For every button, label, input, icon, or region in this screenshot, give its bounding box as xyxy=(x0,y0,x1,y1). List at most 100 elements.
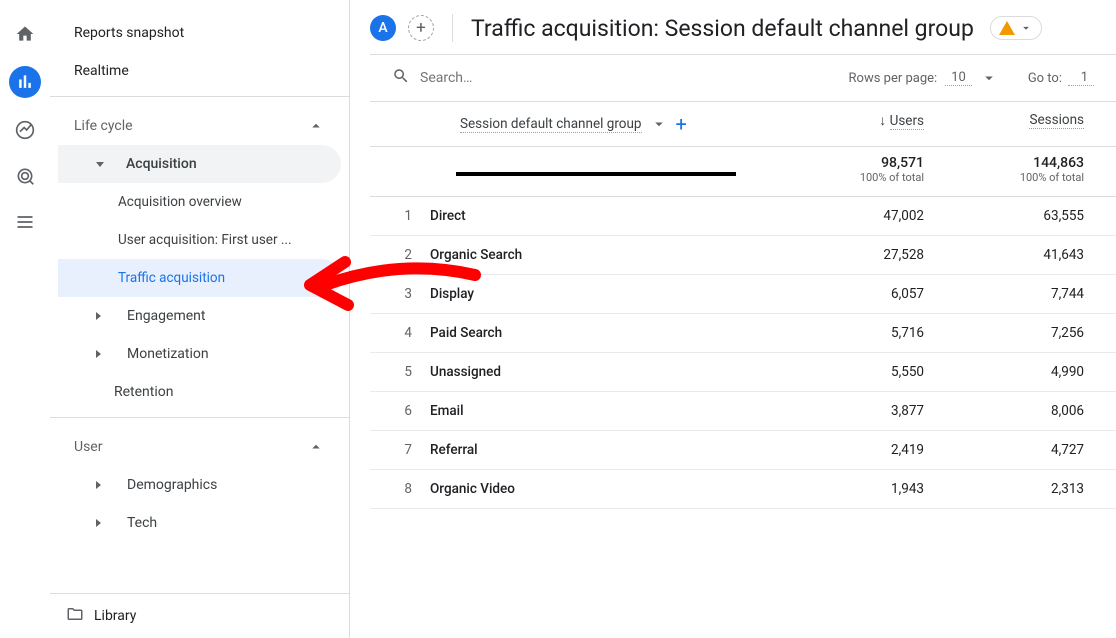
sidebar-item-label: Acquisition xyxy=(126,156,197,172)
row-index: 3 xyxy=(370,286,430,302)
page-title: Traffic acquisition: Session default cha… xyxy=(471,15,974,42)
row-users: 6,057 xyxy=(784,286,944,302)
row-sessions: 7,744 xyxy=(944,286,1104,302)
total-users: 98,571 xyxy=(784,155,924,171)
dimension-label: Session default channel group xyxy=(460,116,642,133)
search-input[interactable] xyxy=(420,70,839,86)
comparison-badge-a[interactable]: A xyxy=(370,15,396,41)
reports-icon[interactable] xyxy=(9,66,41,98)
advertising-icon[interactable] xyxy=(11,162,39,190)
row-dimension: Direct xyxy=(430,208,784,224)
total-sessions: 144,863 xyxy=(944,155,1084,171)
dimension-header[interactable]: Session default channel group + xyxy=(430,112,784,136)
table-row[interactable]: 8 Organic Video 1,943 2,313 xyxy=(370,470,1116,509)
table-row[interactable]: 7 Referral 2,419 4,727 xyxy=(370,431,1116,470)
row-dimension: Unassigned xyxy=(430,364,784,380)
goto-label: Go to: xyxy=(1028,71,1062,86)
row-sessions: 7,256 xyxy=(944,325,1104,341)
row-index: 7 xyxy=(370,442,430,458)
row-users: 3,877 xyxy=(784,403,944,419)
table-row[interactable]: 6 Email 3,877 8,006 xyxy=(370,392,1116,431)
row-index: 5 xyxy=(370,364,430,380)
sidebar-item-label: Realtime xyxy=(74,63,129,79)
row-index: 4 xyxy=(370,325,430,341)
configure-icon[interactable] xyxy=(11,208,39,236)
sidebar-item-retention[interactable]: Retention xyxy=(58,373,341,411)
sidebar-item-traffic-acquisition[interactable]: Traffic acquisition xyxy=(58,259,341,297)
sidebar-item-demographics[interactable]: Demographics xyxy=(58,466,341,504)
chevron-down-icon xyxy=(650,115,668,133)
metric-label: Sessions xyxy=(1029,112,1084,129)
sidebar-item-acquisition-overview[interactable]: Acquisition overview xyxy=(58,183,341,221)
chevron-down-icon xyxy=(980,69,998,87)
search-icon xyxy=(392,67,410,89)
row-dimension: Email xyxy=(430,403,784,419)
warning-icon xyxy=(999,21,1015,35)
sidebar-item-acquisition[interactable]: Acquisition xyxy=(58,145,341,183)
sidebar: Reports snapshot Realtime Life cycle Acq… xyxy=(50,0,350,638)
redacted-content xyxy=(456,172,736,176)
chevron-right-icon xyxy=(96,519,105,527)
column-header-users[interactable]: ↓ Users xyxy=(784,112,944,129)
row-dimension: Referral xyxy=(430,442,784,458)
sidebar-header-label: User xyxy=(74,439,102,455)
table-row[interactable]: 4 Paid Search 5,716 7,256 xyxy=(370,314,1116,353)
goto-page[interactable]: Go to: 1 xyxy=(1028,70,1094,86)
chevron-down-icon xyxy=(1019,19,1033,37)
sidebar-header-label: Life cycle xyxy=(74,118,133,134)
add-dimension-button[interactable]: + xyxy=(676,112,687,136)
sidebar-item-realtime[interactable]: Realtime xyxy=(58,52,341,90)
chevron-right-icon xyxy=(96,350,105,358)
row-users: 47,002 xyxy=(784,208,944,224)
row-index: 6 xyxy=(370,403,430,419)
sidebar-item-label: Monetization xyxy=(127,346,209,362)
chevron-right-icon xyxy=(96,312,105,320)
sidebar-header-life-cycle[interactable]: Life cycle xyxy=(58,103,341,145)
row-dimension: Display xyxy=(430,286,784,302)
sidebar-item-label: Tech xyxy=(127,515,157,531)
data-quality-warning[interactable] xyxy=(990,16,1042,40)
sidebar-item-label: Acquisition overview xyxy=(118,194,242,210)
row-users: 5,716 xyxy=(784,325,944,341)
sidebar-item-engagement[interactable]: Engagement xyxy=(58,297,341,335)
row-users: 27,528 xyxy=(784,247,944,263)
table-row[interactable]: 3 Display 6,057 7,744 xyxy=(370,275,1116,314)
row-sessions: 8,006 xyxy=(944,403,1104,419)
table-row[interactable]: 5 Unassigned 5,550 4,990 xyxy=(370,353,1116,392)
sidebar-item-user-acquisition[interactable]: User acquisition: First user ... xyxy=(58,221,341,259)
table-row[interactable]: 1 Direct 47,002 63,555 xyxy=(370,197,1116,236)
row-dimension: Organic Video xyxy=(430,481,784,497)
chevron-up-icon xyxy=(307,438,325,456)
explore-icon[interactable] xyxy=(11,116,39,144)
row-users: 1,943 xyxy=(784,481,944,497)
sidebar-item-label: Retention xyxy=(114,384,174,400)
home-icon[interactable] xyxy=(11,20,39,48)
sidebar-item-library[interactable]: Library xyxy=(50,594,349,638)
sidebar-item-reports-snapshot[interactable]: Reports snapshot xyxy=(58,14,341,52)
chevron-up-icon xyxy=(307,117,325,135)
sidebar-item-tech[interactable]: Tech xyxy=(58,504,341,542)
row-dimension: Paid Search xyxy=(430,325,784,341)
sidebar-item-label: Demographics xyxy=(127,477,217,493)
table-row[interactable]: 2 Organic Search 27,528 41,643 xyxy=(370,236,1116,275)
table-controls: Rows per page: 10 Go to: 1 xyxy=(370,54,1116,101)
sidebar-header-user[interactable]: User xyxy=(58,424,341,466)
rows-per-page-label: Rows per page: xyxy=(849,71,938,86)
chevron-down-icon xyxy=(96,162,104,167)
sidebar-item-label: Engagement xyxy=(127,308,205,324)
sort-descending-icon: ↓ xyxy=(879,113,886,129)
column-header-sessions[interactable]: Sessions xyxy=(944,112,1104,128)
row-users: 2,419 xyxy=(784,442,944,458)
add-comparison-button[interactable]: + xyxy=(408,15,434,41)
rows-per-page[interactable]: Rows per page: 10 xyxy=(849,69,998,87)
metric-label: Users xyxy=(890,113,924,130)
row-sessions: 2,313 xyxy=(944,481,1104,497)
main-content: A + Traffic acquisition: Session default… xyxy=(350,0,1116,638)
chevron-right-icon xyxy=(96,481,105,489)
divider xyxy=(452,14,453,42)
row-index: 1 xyxy=(370,208,430,224)
folder-icon xyxy=(66,605,84,627)
icon-rail xyxy=(0,0,50,638)
sidebar-item-monetization[interactable]: Monetization xyxy=(58,335,341,373)
table-header: Session default channel group + ↓ Users … xyxy=(370,102,1116,147)
